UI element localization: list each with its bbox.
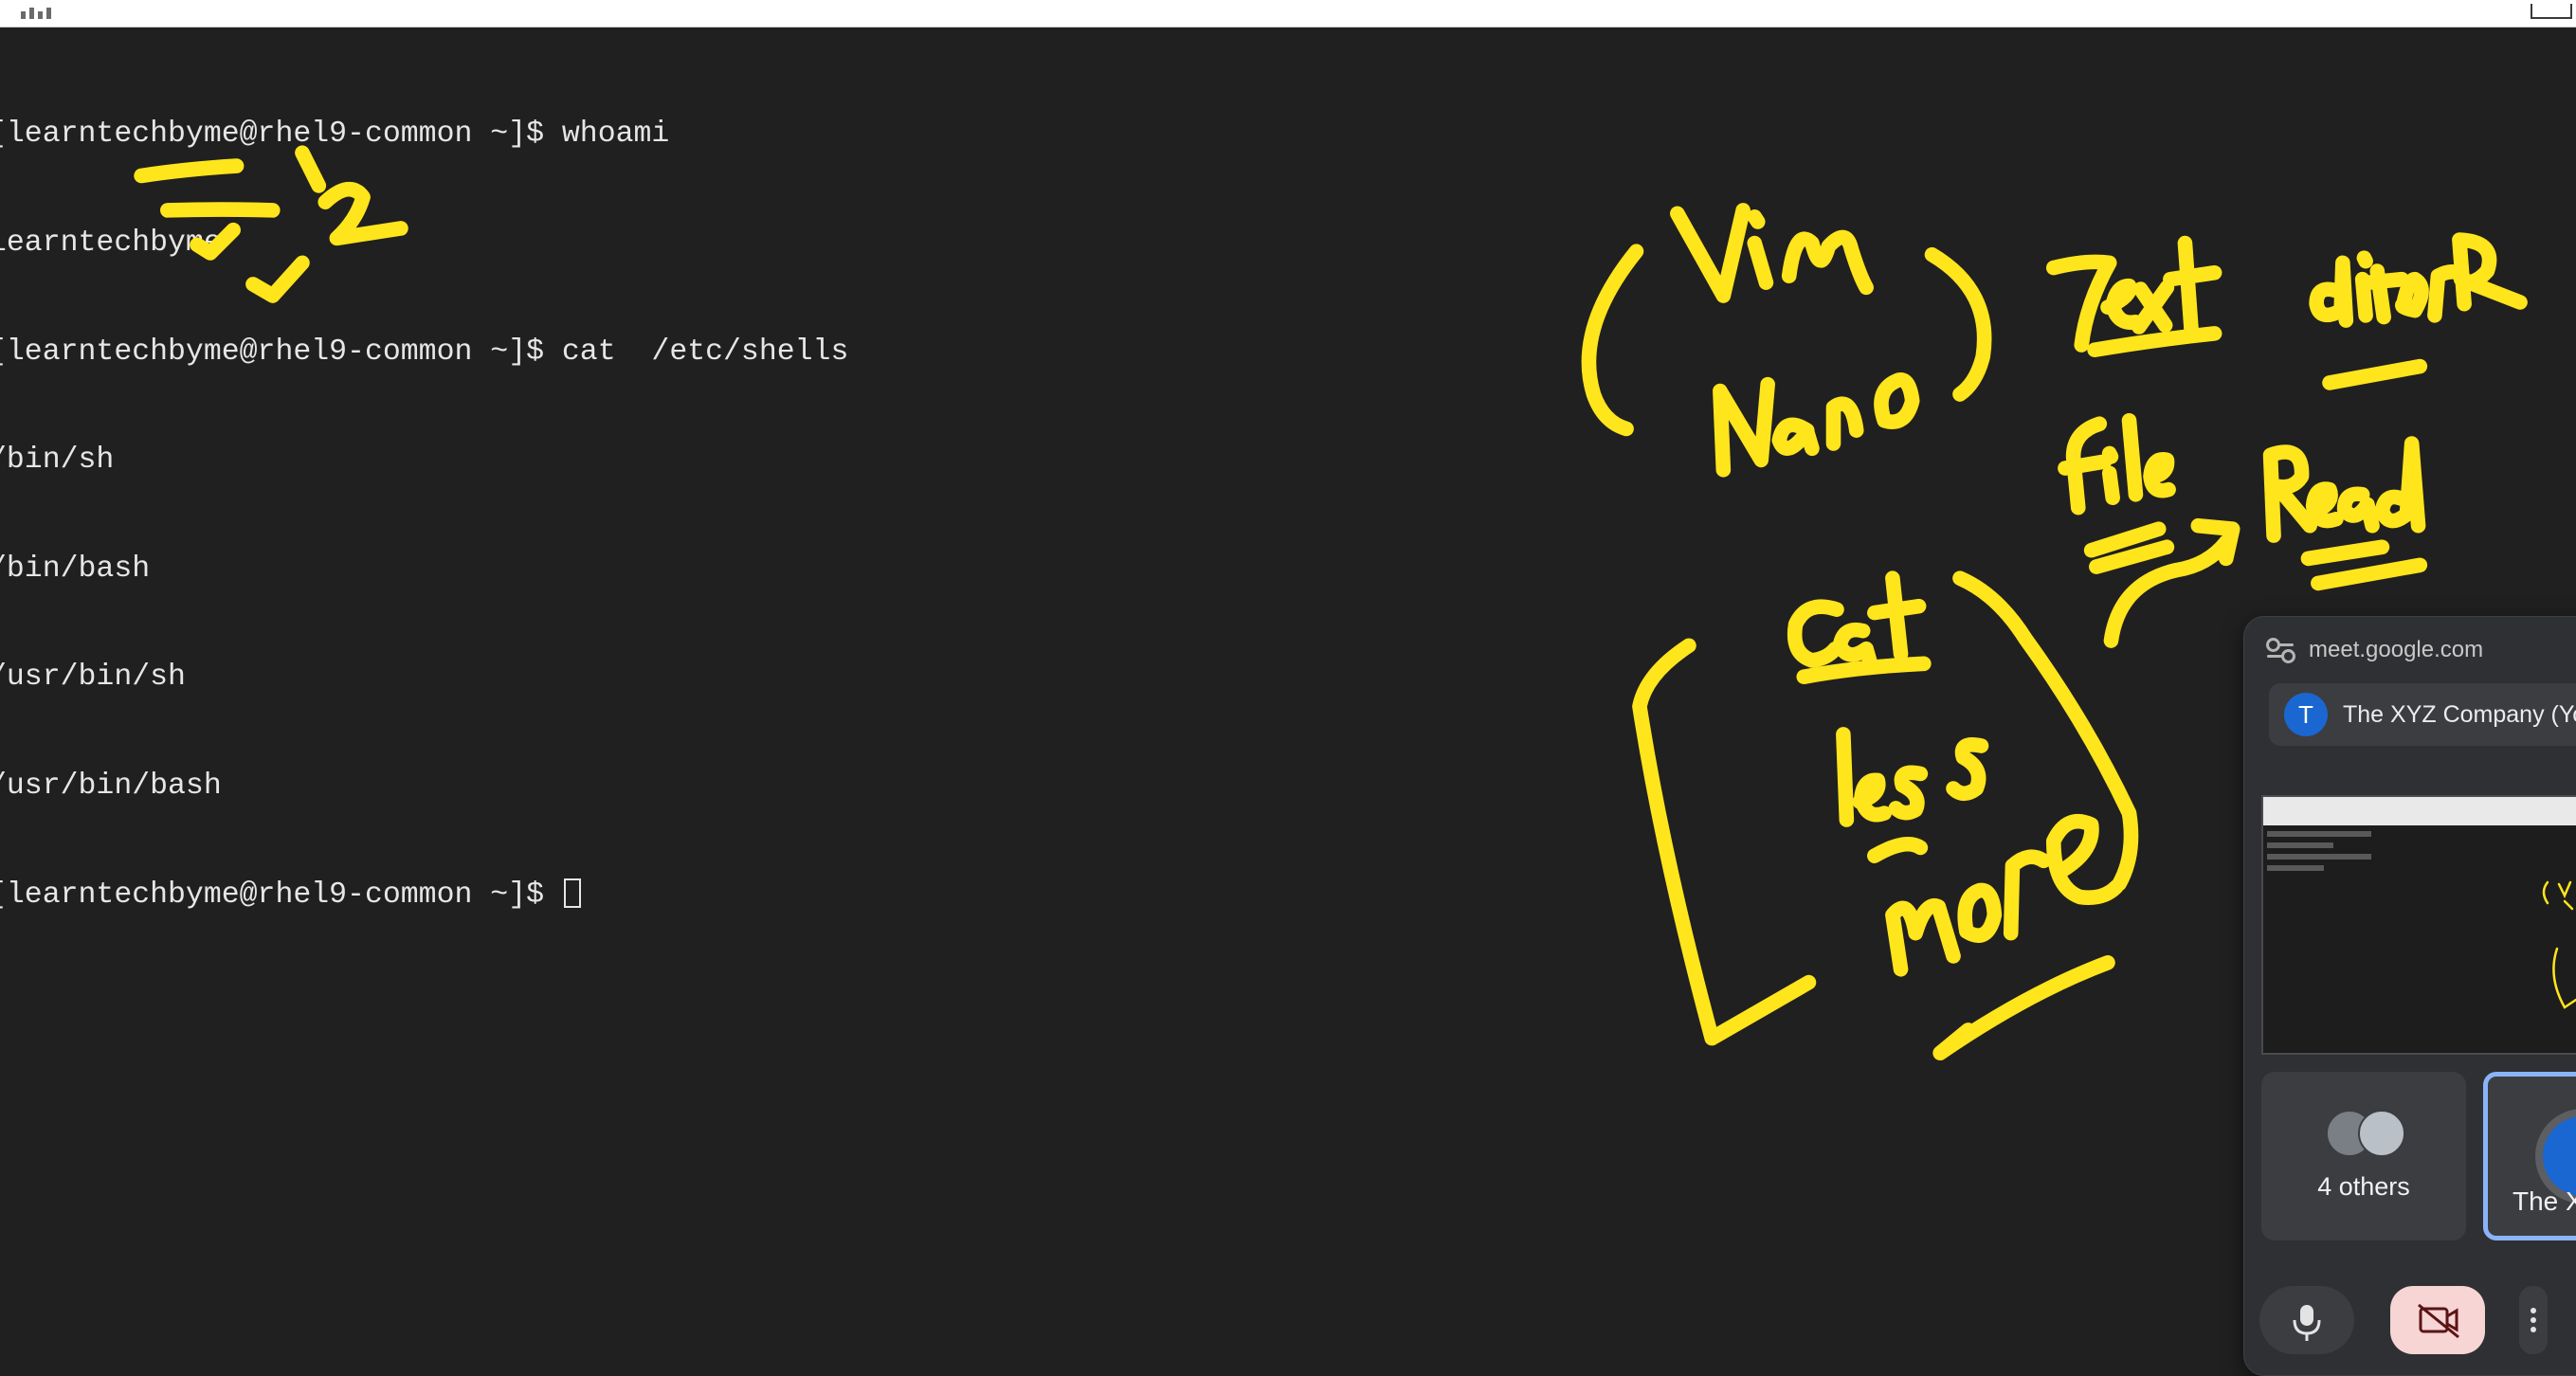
annotation-vim (1670, 203, 1874, 303)
participant-avatars (2326, 1110, 2405, 1157)
tune-icon[interactable] (2266, 638, 2295, 663)
terminal-prompt-line[interactable]: [learntechbyme@rhel9-common ~]$ (0, 878, 848, 914)
annotation-right-bracket (1932, 570, 2139, 1060)
annotation-right-paren (1924, 246, 1992, 402)
annotation-left-paren (1581, 244, 1644, 437)
terminal-line: learntechbyme (0, 226, 222, 260)
terminal-line: /bin/sh (0, 444, 115, 478)
presentation-preview[interactable] (2261, 795, 2576, 1055)
terminal-line: /usr/bin/sh (0, 661, 186, 695)
terminal-cursor (563, 878, 581, 908)
camera-button[interactable] (2390, 1286, 2485, 1354)
terminal-line: [learntechbyme@rhel9-common ~]$ cat /etc… (0, 335, 849, 369)
terminal-line: /bin/bash (0, 552, 151, 586)
annotation-file (2058, 412, 2176, 574)
others-label: 4 others (2317, 1172, 2410, 1201)
self-label: The X (2513, 1186, 2576, 1216)
more-vert-icon (2531, 1308, 2536, 1332)
annotation-cat (1787, 570, 1932, 685)
more-options-button[interactable] (2519, 1286, 2548, 1354)
avatar (2358, 1110, 2405, 1157)
tab-avatar: T (2284, 693, 2328, 736)
meet-url: meet.google.com (2309, 637, 2484, 662)
window-icon[interactable] (2531, 4, 2572, 19)
meet-url-bar[interactable]: meet.google.com (2266, 634, 2484, 666)
terminal-prompt: [learntechbyme@rhel9-common ~]$ (0, 878, 562, 912)
mic-icon (2293, 1305, 2321, 1341)
meet-pip-panel[interactable]: meet.google.com T The XYZ Company (Yo 4 … (2243, 616, 2576, 1376)
annotation-left-bracket (1632, 638, 1817, 1046)
terminal-line: /usr/bin/bash (0, 769, 222, 803)
meeting-tab[interactable]: T The XYZ Company (Yo (2269, 683, 2576, 746)
participants-tile[interactable]: 4 others (2261, 1072, 2466, 1240)
browser-top-bar (0, 0, 2576, 27)
annotation-nano (1713, 372, 1920, 478)
annotation-text-editor (2045, 232, 2528, 390)
annotation-arrow-to-read (2103, 517, 2240, 648)
self-tile[interactable]: The X (2483, 1072, 2576, 1240)
terminal-output[interactable]: [learntechbyme@rhel9-common ~]$ whoami l… (0, 45, 848, 950)
annotation-more (1867, 813, 2124, 977)
tab-title: The XYZ Company (Yo (2343, 700, 2576, 728)
annotation-less (1836, 727, 1989, 827)
terminal-line: [learntechbyme@rhel9-common ~]$ whoami (0, 118, 670, 152)
app-grid-icon[interactable] (21, 6, 66, 19)
annotation-read (2262, 436, 2428, 591)
preview-annotations (2542, 880, 2576, 1009)
camera-off-icon (2418, 1303, 2459, 1339)
mic-button[interactable] (2259, 1286, 2354, 1354)
